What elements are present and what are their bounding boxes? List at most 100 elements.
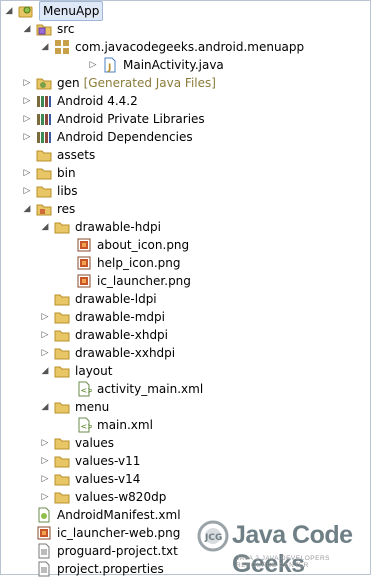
package-explorer-tree: ◢ MenuApp ◢ src ◢ com.javacodegeeks.andr…: [0, 0, 371, 578]
folder-icon: [54, 327, 70, 343]
tree-label: Android 4.4.2: [57, 94, 138, 108]
tree-row-bin[interactable]: ▷ bin: [22, 164, 76, 182]
tree-label: assets: [57, 148, 96, 162]
folder-icon: [36, 147, 52, 163]
tree-row-values-v14[interactable]: ▷ values-v14: [40, 470, 141, 488]
tree-row-project-properties[interactable]: project.properties: [22, 560, 164, 578]
tree-label: activity_main.xml: [97, 382, 204, 396]
manifest-file-icon: [36, 507, 52, 523]
tree-row-dependencies[interactable]: ▷ Android Dependencies: [22, 128, 193, 146]
expand-down-icon[interactable]: ◢: [40, 41, 50, 53]
image-file-icon: [36, 525, 52, 541]
expand-down-icon[interactable]: ◢: [22, 23, 32, 35]
tree-row-menuapp[interactable]: ◢ MenuApp: [4, 1, 104, 21]
expand-down-icon[interactable]: ◢: [40, 365, 50, 377]
library-icon: [36, 93, 52, 109]
tree-row-manifest[interactable]: AndroidManifest.xml: [22, 506, 181, 524]
tree-label: main.xml: [97, 418, 153, 432]
tree-row-about-icon[interactable]: about_icon.png: [62, 236, 189, 254]
logo-brand-text: Java Code Geeks: [232, 521, 353, 578]
expand-right-icon[interactable]: ▷: [22, 167, 32, 179]
tree-label: drawable-hdpi: [75, 220, 161, 234]
java-code-geeks-logo: JCG Java Code Geeks JAVA 2 JAVA DEVELOPE…: [196, 516, 371, 578]
folder-icon: [36, 183, 52, 199]
tree-label: res: [57, 202, 76, 216]
tree-row-drawable-ldpi[interactable]: drawable-ldpi: [40, 290, 157, 308]
tree-row-private-libs[interactable]: ▷ Android Private Libraries: [22, 110, 205, 128]
tree-row-values-v11[interactable]: ▷ values-v11: [40, 452, 141, 470]
logo-tagline: JAVA 2 JAVA DEVELOPERS RESOURCE CENTER: [236, 555, 330, 569]
expand-right-icon[interactable]: ▷: [88, 59, 98, 71]
expand-right-icon[interactable]: ▷: [22, 95, 32, 107]
tree-label: bin: [57, 166, 76, 180]
tree-label: menu: [75, 400, 110, 414]
expand-down-icon[interactable]: ◢: [4, 5, 14, 17]
jcg-logo-mark-icon: JCG: [197, 520, 229, 552]
tree-row-package[interactable]: ◢ com.javacodegeeks.android.menuapp: [40, 38, 304, 56]
tree-label: about_icon.png: [97, 238, 190, 252]
tree-row-res[interactable]: ◢ res: [22, 200, 76, 218]
tree-row-proguard[interactable]: proguard-project.txt: [22, 542, 178, 560]
tree-row-help-icon[interactable]: help_icon.png: [62, 254, 180, 272]
expand-down-icon[interactable]: ◢: [22, 203, 32, 215]
tree-row-assets[interactable]: assets: [22, 146, 95, 164]
image-file-icon: [76, 273, 92, 289]
folder-icon: [54, 345, 70, 361]
tree-label: com.javacodegeeks.android.menuapp: [75, 40, 305, 54]
expand-right-icon[interactable]: ▷: [40, 455, 50, 467]
expand-right-icon[interactable]: ▷: [40, 437, 50, 449]
tree-label: values-v11: [75, 454, 141, 468]
expand-right-icon[interactable]: ▷: [40, 473, 50, 485]
folder-icon: [54, 309, 70, 325]
expand-right-icon[interactable]: ▷: [22, 185, 32, 197]
tree-row-ic-launcher[interactable]: ic_launcher.png: [62, 272, 191, 290]
java-file-icon: J: [102, 57, 118, 73]
expand-right-icon[interactable]: ▷: [40, 311, 50, 323]
tree-row-menu[interactable]: ◢ menu: [40, 398, 110, 416]
expand-right-icon[interactable]: ▷: [40, 491, 50, 503]
tree-row-main-xml[interactable]: <> main.xml: [62, 416, 153, 434]
tree-label: project.properties: [57, 562, 164, 576]
expand-right-icon[interactable]: ▷: [22, 131, 32, 143]
resource-folder-icon: [36, 201, 52, 217]
android-project-icon: [18, 3, 34, 19]
expand-down-icon[interactable]: ◢: [40, 221, 50, 233]
tree-label: drawable-ldpi: [75, 292, 157, 306]
tree-label: drawable-mdpi: [75, 310, 165, 324]
tree-row-drawable-xxhdpi[interactable]: ▷ drawable-xxhdpi: [40, 344, 176, 362]
folder-icon: [54, 219, 70, 235]
expand-right-icon[interactable]: ▷: [40, 347, 50, 359]
tree-row-gen[interactable]: ▷ gen [Generated Java Files]: [22, 74, 216, 92]
tree-label: layout: [75, 364, 113, 378]
tree-label: Android Dependencies: [57, 130, 193, 144]
tree-row-layout[interactable]: ◢ layout: [40, 362, 113, 380]
tree-row-activity-main[interactable]: <> activity_main.xml: [62, 380, 203, 398]
expand-down-icon[interactable]: ◢: [40, 401, 50, 413]
tree-row-drawable-xhdpi[interactable]: ▷ drawable-xhdpi: [40, 326, 168, 344]
tree-row-drawable-mdpi[interactable]: ▷ drawable-mdpi: [40, 308, 165, 326]
tree-row-android-version[interactable]: ▷ Android 4.4.2: [22, 92, 138, 110]
tree-row-libs[interactable]: ▷ libs: [22, 182, 78, 200]
generated-decor: [Generated Java Files]: [83, 76, 216, 90]
image-file-icon: [76, 237, 92, 253]
tree-row-mainactivity[interactable]: ▷ J MainActivity.java: [88, 56, 224, 74]
package-icon: [54, 39, 70, 55]
tree-label: values-w820dp: [75, 490, 167, 504]
tree-label: help_icon.png: [97, 256, 181, 270]
project-label: MenuApp: [39, 1, 104, 21]
tree-label: values-v14: [75, 472, 141, 486]
folder-icon: [54, 453, 70, 469]
expand-right-icon[interactable]: ▷: [22, 77, 32, 89]
folder-icon: [54, 291, 70, 307]
expand-right-icon[interactable]: ▷: [22, 113, 32, 125]
tree-row-values[interactable]: ▷ values: [40, 434, 115, 452]
folder-icon: [36, 165, 52, 181]
tree-row-values-w820dp[interactable]: ▷ values-w820dp: [40, 488, 167, 506]
tree-row-drawable-hdpi[interactable]: ◢ drawable-hdpi: [40, 218, 161, 236]
expand-right-icon[interactable]: ▷: [40, 329, 50, 341]
svg-text:<>: <>: [81, 386, 93, 395]
tree-row-ic-launcher-web[interactable]: ic_launcher-web.png: [22, 524, 180, 542]
tree-row-src[interactable]: ◢ src: [22, 20, 75, 38]
svg-text:<>: <>: [81, 422, 93, 431]
tree-label: libs: [57, 184, 78, 198]
